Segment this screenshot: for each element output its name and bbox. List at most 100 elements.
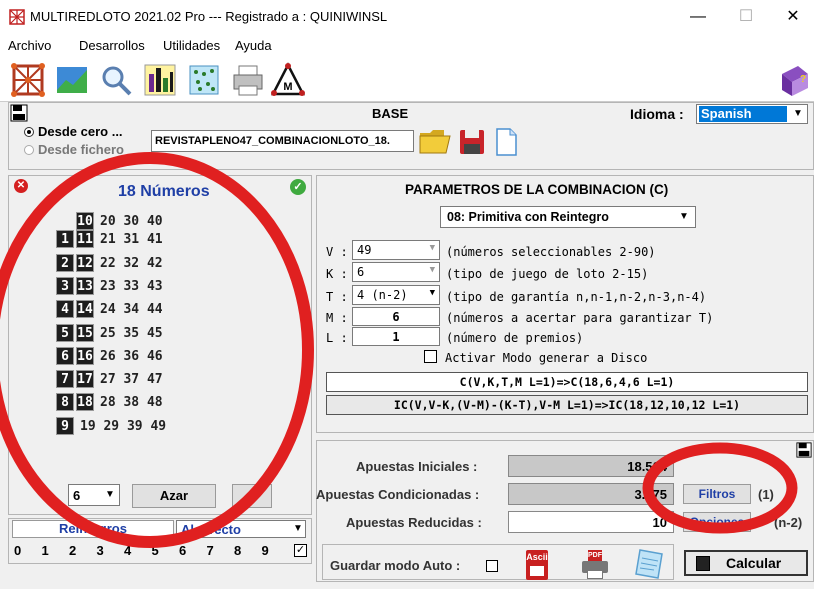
app-icon <box>9 9 25 25</box>
number-cell-selected[interactable]: 17 <box>76 370 94 389</box>
number-row: 2 12 22 32 42 <box>56 253 163 274</box>
m-label: M : <box>326 311 348 325</box>
formula-1: C(V,K,T,M L=1)=>C(18,6,4,6 L=1) <box>326 372 808 392</box>
triangle-m-icon[interactable]: M <box>270 62 306 98</box>
ascii-icon[interactable]: Ascii <box>526 550 548 580</box>
number-row: 4 14 24 34 44 <box>56 300 163 320</box>
number-cells-plain[interactable]: 22 32 42 <box>100 256 163 271</box>
number-cell-selected[interactable]: 5 <box>56 323 74 342</box>
grid-icon[interactable] <box>10 62 46 98</box>
number-cell-selected[interactable]: 16 <box>76 346 94 365</box>
number-cell-selected[interactable]: 14 <box>76 300 94 319</box>
document-icon[interactable] <box>632 548 666 580</box>
chevron-down-icon: ▼ <box>679 211 689 222</box>
reintegros-label: Reintegros <box>12 520 174 538</box>
minimize-button[interactable]: — <box>675 0 721 34</box>
clear-icon[interactable]: ✕ <box>14 179 28 193</box>
folder-icon[interactable] <box>418 127 452 155</box>
number-cell-selected[interactable]: 1 <box>56 230 74 249</box>
reduced-label: Apuestas Reducidas : <box>346 515 482 530</box>
m-field[interactable]: 6 <box>352 307 440 326</box>
number-cell-selected[interactable]: 6 <box>56 346 74 365</box>
number-cell-selected[interactable]: 13 <box>76 276 94 295</box>
matrix-icon[interactable] <box>186 62 222 98</box>
disk-mode-label: Activar Modo generar a Disco <box>445 351 648 365</box>
reintegro-digit[interactable]: 3 <box>97 543 104 558</box>
calculate-button[interactable]: Calcular <box>684 550 808 576</box>
reintegros-checkbox[interactable]: ✓ <box>294 544 307 557</box>
help-book-icon[interactable]: ? <box>776 62 812 98</box>
game-select[interactable]: 08: Primitiva con Reintegro ▼ <box>440 206 696 228</box>
autosave-checkbox[interactable] <box>486 560 498 572</box>
number-cell-selected[interactable]: 7 <box>56 370 74 389</box>
k-label: K : <box>326 267 348 281</box>
number-cell-selected[interactable]: 12 <box>76 253 94 272</box>
v-field[interactable]: 49 ▼ <box>352 240 440 260</box>
reintegro-digit[interactable]: 1 <box>42 543 49 558</box>
bar-chart-icon[interactable] <box>142 62 178 98</box>
number-cell-selected[interactable]: 9 <box>56 416 74 435</box>
maximize-button[interactable]: ☐ <box>723 0 769 34</box>
reintegro-digit[interactable]: 8 <box>234 543 241 558</box>
menu-utilidades[interactable]: Utilidades <box>163 38 220 53</box>
l-field[interactable]: 1 <box>352 327 440 346</box>
magnifier-icon[interactable] <box>98 62 134 98</box>
number-cells-plain[interactable]: 26 36 46 <box>100 349 163 364</box>
number-cells-plain[interactable]: 21 31 41 <box>100 232 163 247</box>
reintegro-digit[interactable]: 6 <box>179 543 186 558</box>
m-desc: (números a acertar para garantizar T) <box>446 311 714 325</box>
new-file-icon[interactable] <box>494 127 518 157</box>
check-icon[interactable]: ✓ <box>290 179 306 195</box>
save-icon[interactable] <box>796 442 812 458</box>
number-cells-plain[interactable]: 28 38 48 <box>100 395 163 410</box>
number-row: 6 16 26 36 46 <box>56 346 163 367</box>
v-label: V : <box>326 245 348 259</box>
calculator-icon <box>696 556 710 571</box>
menu-archivo[interactable]: Archivo <box>8 38 51 53</box>
number-cells-plain[interactable]: 19 29 39 49 <box>80 419 166 434</box>
filters-button[interactable]: Filtros <box>683 484 751 504</box>
number-cell-selected[interactable]: 15 <box>76 323 94 342</box>
number-cells-plain[interactable]: 27 37 47 <box>100 372 163 387</box>
pdf-printer-icon[interactable]: PDF <box>580 550 610 580</box>
number-cells-plain[interactable]: 23 33 43 <box>100 279 163 294</box>
language-select[interactable]: Spanish ▼ <box>696 104 808 124</box>
chart-icon[interactable] <box>54 62 90 98</box>
menu-ayuda[interactable]: Ayuda <box>235 38 272 53</box>
menu-desarrollos[interactable]: Desarrollos <box>79 38 145 53</box>
number-cell-selected[interactable]: 10 <box>76 212 94 230</box>
radio-from-file[interactable] <box>24 145 34 155</box>
reintegro-digit[interactable]: 2 <box>69 543 76 558</box>
floppy-icon[interactable] <box>458 128 486 156</box>
number-cell-selected[interactable]: 2 <box>56 253 74 272</box>
file-field[interactable]: REVISTAPLENO47_COMBINACIONLOTO_18. <box>151 130 414 152</box>
number-cell-selected[interactable]: 11 <box>76 230 94 249</box>
radio-from-zero[interactable] <box>24 127 34 137</box>
disk-mode-checkbox[interactable] <box>424 350 437 363</box>
conditioned-value: 3.775 <box>508 483 674 505</box>
number-cells-plain[interactable]: 20 30 40 <box>100 214 163 229</box>
g-button[interactable]: G <box>232 484 272 508</box>
options-button[interactable]: Opciones <box>683 512 751 532</box>
reintegro-digit[interactable]: 9 <box>262 543 269 558</box>
reintegro-digit[interactable]: 4 <box>124 543 131 558</box>
close-button[interactable]: ✕ <box>770 0 814 34</box>
save-icon[interactable] <box>10 104 28 122</box>
number-cells-plain[interactable]: 25 35 45 <box>100 326 163 341</box>
options-note: (n-2) <box>774 515 803 530</box>
number-cell-selected[interactable]: 4 <box>56 300 74 319</box>
number-cell-selected[interactable]: 18 <box>76 393 94 412</box>
t-field[interactable]: 4 (n-2) ▼ <box>352 285 440 305</box>
printer-icon[interactable] <box>230 62 266 98</box>
number-cell-selected[interactable]: 3 <box>56 276 74 295</box>
random-button[interactable]: Azar <box>132 484 216 508</box>
v-value: 49 <box>357 243 372 257</box>
reintegros-mode-select[interactable]: Al directo ▼ <box>176 520 306 538</box>
reintegro-digit[interactable]: 0 <box>14 543 21 558</box>
reintegro-digit[interactable]: 7 <box>207 543 214 558</box>
number-cell-selected[interactable]: 8 <box>56 393 74 412</box>
reintegro-digit[interactable]: 5 <box>152 543 159 558</box>
number-cells-plain[interactable]: 24 34 44 <box>100 302 163 317</box>
count-select[interactable]: 6 ▼ <box>68 484 120 506</box>
k-field[interactable]: 6 ▼ <box>352 262 440 282</box>
